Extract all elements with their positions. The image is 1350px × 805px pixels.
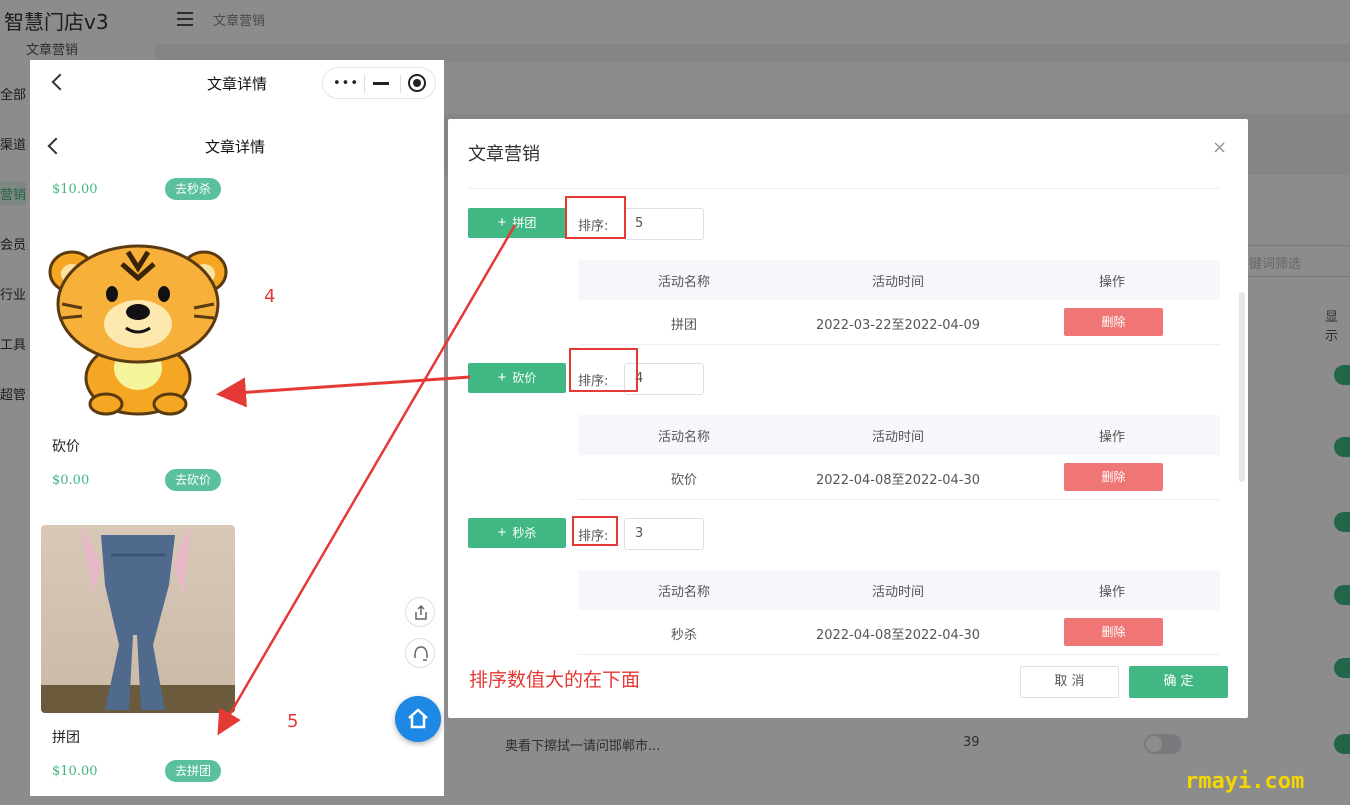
home-icon[interactable] <box>395 696 441 742</box>
activity-time: 2022-03-22至2022-04-09 <box>815 318 981 333</box>
miniapp-capsule: ••• <box>322 67 436 99</box>
delete-button[interactable]: 删除 <box>1064 308 1163 336</box>
flash-sale-button[interactable]: 去秒杀 <box>165 178 222 200</box>
close-icon[interactable]: × <box>1212 139 1227 157</box>
highlight-box <box>572 516 618 546</box>
highlight-box <box>569 348 638 392</box>
close-miniapp-icon[interactable] <box>408 74 426 92</box>
header-action: 操作 <box>1098 275 1125 290</box>
watermark: rmayi.com <box>1185 769 1305 794</box>
sort-input[interactable]: 3 <box>624 518 704 550</box>
bargain-button[interactable]: 去砍价 <box>165 469 222 491</box>
add-button-label: 秒杀 <box>512 526 537 540</box>
annotation-number-5: 5 <box>287 711 299 732</box>
dialog-title: 文章营销 <box>468 144 540 165</box>
table-row: 秒杀 2022-04-08至2022-04-30 删除 <box>578 610 1220 655</box>
delete-button[interactable]: 删除 <box>1064 463 1163 491</box>
add-bargain-button[interactable]: + 砍价 <box>468 363 566 393</box>
activity-name: 砍价 <box>670 473 697 488</box>
group-buy-button[interactable]: 去拼团 <box>165 760 222 782</box>
highlight-box <box>565 196 626 239</box>
jeans-image <box>41 525 235 713</box>
header-activity-time: 活动时间 <box>871 585 924 600</box>
header-activity-name: 活动名称 <box>657 585 710 600</box>
header-activity-time: 活动时间 <box>871 430 924 445</box>
dialog-scrollbar[interactable] <box>1239 292 1245 482</box>
item-price: $0.00 <box>52 473 90 488</box>
tiger-image <box>48 244 228 416</box>
header-activity-time: 活动时间 <box>871 275 924 290</box>
cancel-button[interactable]: 取 消 <box>1020 666 1119 698</box>
add-button-label: 拼团 <box>512 216 537 230</box>
add-button-label: 砍价 <box>512 371 537 385</box>
table-row: 砍价 2022-04-08至2022-04-30 删除 <box>578 455 1220 500</box>
delete-button[interactable]: 删除 <box>1064 618 1163 646</box>
annotation-note: 排序数值大的在下面 <box>469 669 641 691</box>
item-name-bargain: 砍价 <box>52 439 80 455</box>
capsule-divider <box>400 75 401 93</box>
add-flash-sale-button[interactable]: + 秒杀 <box>468 518 566 548</box>
item-name-group: 拼团 <box>52 730 80 746</box>
page-title: 文章详情 <box>205 138 266 156</box>
annotation-number-4: 4 <box>264 286 276 307</box>
header-activity-name: 活动名称 <box>657 275 710 290</box>
capsule-divider <box>364 75 365 93</box>
page-back-icon[interactable] <box>47 137 65 155</box>
activity-name: 秒杀 <box>670 628 697 643</box>
nav-title: 文章详情 <box>207 75 268 93</box>
table-header: 活动名称 活动时间 操作 <box>578 260 1220 300</box>
divider <box>468 188 1220 189</box>
share-icon[interactable] <box>405 597 435 627</box>
table-header: 活动名称 活动时间 操作 <box>578 570 1220 610</box>
item-price: $10.00 <box>52 764 98 779</box>
back-icon[interactable] <box>51 73 69 91</box>
activity-time: 2022-04-08至2022-04-30 <box>815 473 981 488</box>
confirm-button[interactable]: 确 定 <box>1129 666 1228 698</box>
more-icon[interactable]: ••• <box>333 76 359 91</box>
article-marketing-dialog: 文章营销 × + 拼团 排序: 5 活动名称 活动时间 操作 拼团 2022-03… <box>448 119 1248 718</box>
activity-table: 活动名称 活动时间 操作 秒杀 2022-04-08至2022-04-30 删除 <box>578 570 1220 655</box>
phone-preview: 文章详情 ••• 文章详情 $10.00 去秒杀 砍价 $0.00 去砍价 拼团… <box>30 60 444 796</box>
customer-service-icon[interactable] <box>405 638 435 668</box>
header-action: 操作 <box>1098 430 1125 445</box>
table-header: 活动名称 活动时间 操作 <box>578 415 1220 455</box>
activity-name: 拼团 <box>670 318 697 333</box>
add-group-buy-button[interactable]: + 拼团 <box>468 208 566 238</box>
sort-input[interactable]: 5 <box>624 208 704 240</box>
item-price: $10.00 <box>52 182 98 197</box>
miniapp-nav-bar: 文章详情 ••• <box>30 60 444 108</box>
table-row: 拼团 2022-03-22至2022-04-09 删除 <box>578 300 1220 345</box>
minimize-icon[interactable] <box>373 82 389 85</box>
header-action: 操作 <box>1098 585 1125 600</box>
activity-table: 活动名称 活动时间 操作 拼团 2022-03-22至2022-04-09 删除 <box>578 260 1220 345</box>
activity-table: 活动名称 活动时间 操作 砍价 2022-04-08至2022-04-30 删除 <box>578 415 1220 500</box>
header-activity-name: 活动名称 <box>657 430 710 445</box>
activity-time: 2022-04-08至2022-04-30 <box>815 628 981 643</box>
